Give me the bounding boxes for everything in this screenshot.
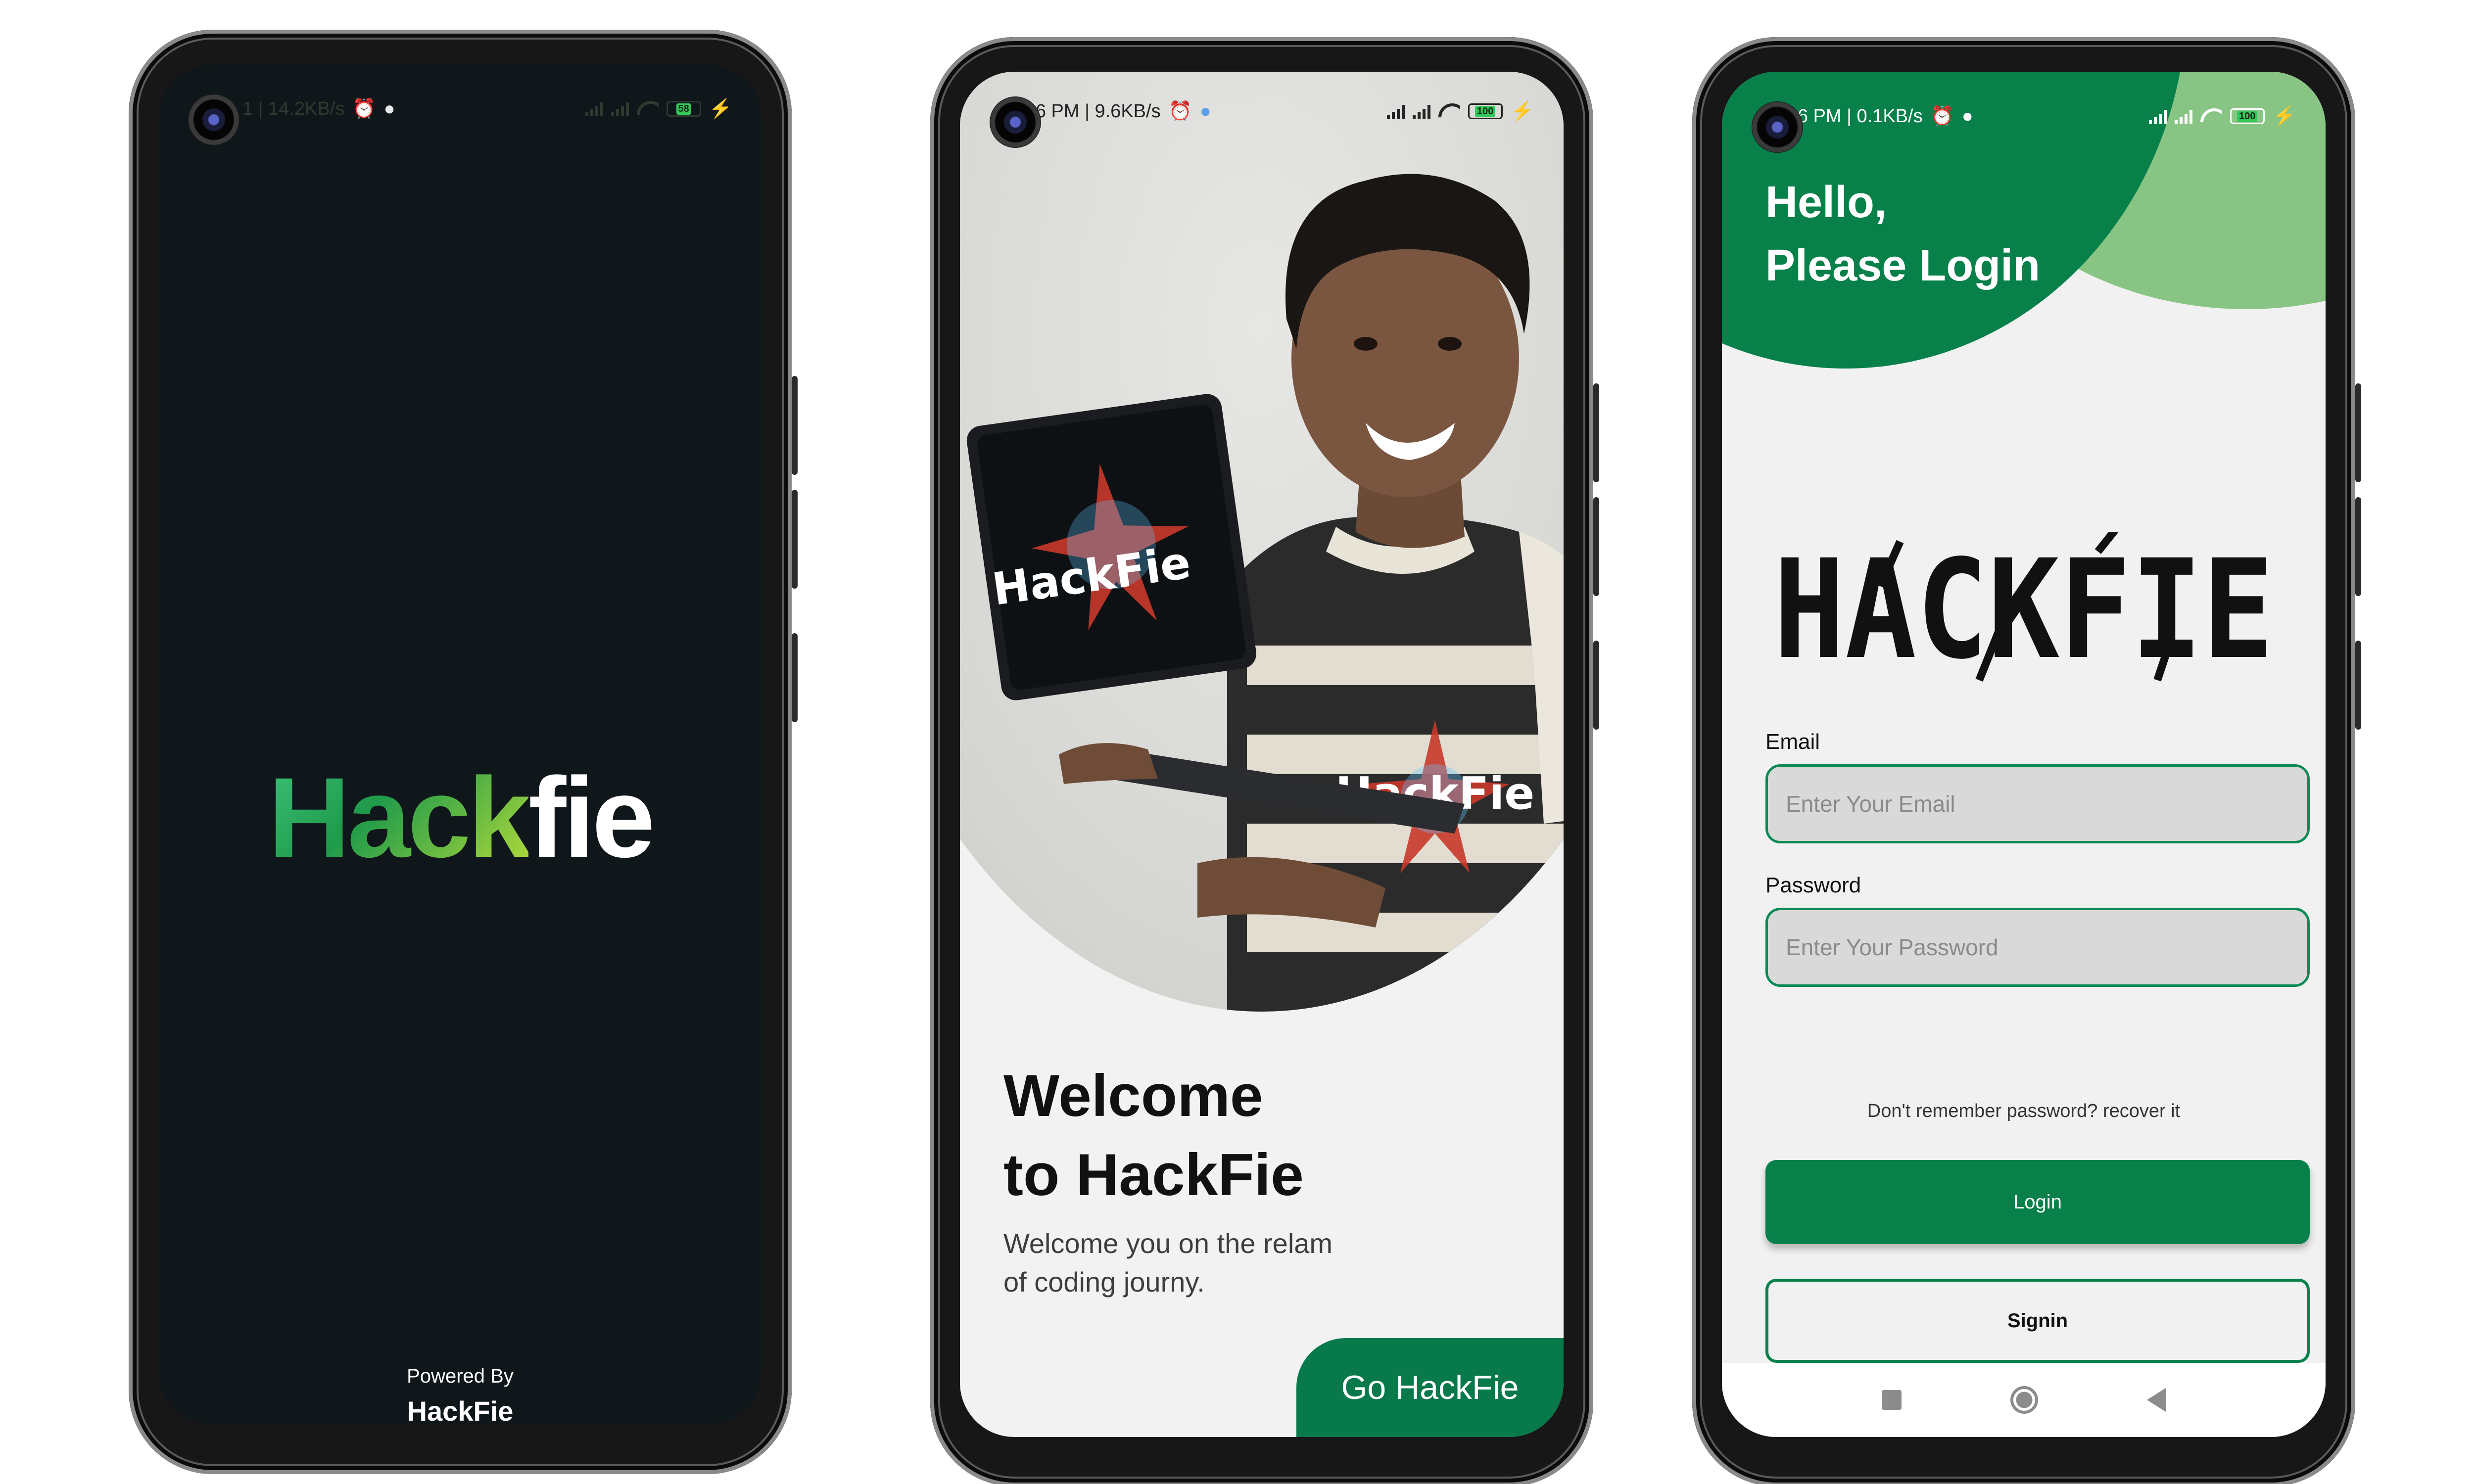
settings-dot-icon: ● [383, 98, 395, 119]
hackfie-logo: Hackfie [158, 752, 762, 883]
volume-button [792, 490, 798, 589]
email-label: Email [1765, 730, 1820, 754]
power-button [792, 633, 798, 722]
welcome-subtitle-line1: Welcome you on the relam [1003, 1228, 1333, 1259]
system-nav-bar [1722, 1363, 2326, 1437]
recover-password-link[interactable]: Don't remember password? recover it [1722, 1101, 2326, 1122]
status-bar: 1 | 14.2KB/s ⏰ ● 58 ⚡ [158, 89, 762, 129]
welcome-title-line1: Welcome [1003, 1063, 1263, 1129]
battery-icon: 100 [1468, 103, 1503, 119]
login-button[interactable]: Login [1765, 1160, 2310, 1244]
volume-button [2355, 497, 2361, 596]
wifi-icon [1438, 103, 1460, 119]
volume-button [1593, 497, 1599, 596]
alarm-icon: ⏰ [1930, 106, 1954, 127]
powered-by-label: Powered By [407, 1365, 514, 1387]
email-input[interactable] [1765, 764, 2310, 843]
volume-button [1593, 383, 1599, 482]
settings-dot-icon: ● [1199, 100, 1211, 122]
login-greeting: Hello, Please Login [1765, 171, 2040, 297]
signal-icon [1412, 104, 1430, 119]
hero-image: HackFie HackFie [960, 72, 1564, 1012]
welcome-screen: HackFie HackFie 6:26 PM | 9.6KB/s ⏰ ● 10… [960, 72, 1564, 1437]
logo-green-part: Hack [268, 754, 531, 881]
charging-icon: ⚡ [1510, 101, 1534, 122]
splash-screen: 1 | 14.2KB/s ⏰ ● 58 ⚡ Hackfie Powered By… [158, 64, 762, 1425]
login-screen: 6:26 PM | 0.1KB/s ⏰ ● 100 ⚡ Hello, Pleas… [1722, 72, 2326, 1437]
camera-icon [990, 96, 1041, 148]
greeting-line2: Please Login [1765, 241, 2041, 290]
alarm-icon: ⏰ [1168, 101, 1192, 122]
alarm-icon: ⏰ [352, 98, 376, 119]
hero-illustration: HackFie HackFie [966, 174, 1564, 1012]
camera-icon [188, 94, 239, 145]
settings-dot-icon: ● [1961, 105, 1973, 127]
wifi-icon [2200, 108, 2222, 124]
welcome-title: Welcome to HackFie [1003, 1056, 1304, 1214]
status-bar: 6:26 PM | 0.1KB/s ⏰ ● 100 ⚡ [1722, 96, 2326, 136]
volume-button [2355, 383, 2361, 482]
charging-icon: ⚡ [2272, 106, 2296, 127]
power-button [1593, 641, 1599, 730]
hackfie-brand-mark: HACKFIE [1773, 532, 2274, 689]
phone-welcome: HackFie HackFie 6:26 PM | 9.6KB/s ⏰ ● 10… [930, 37, 1599, 1484]
battery-icon: 100 [2230, 108, 2265, 124]
battery-icon: 58 [666, 101, 701, 117]
signal-icon [2174, 109, 2192, 124]
charging-icon: ⚡ [709, 98, 732, 119]
welcome-subtitle: Welcome you on the relam of coding journ… [1003, 1224, 1332, 1301]
signal-icon [1386, 104, 1405, 119]
powered-by-brand: HackFie [407, 1395, 514, 1425]
status-bar: 6:26 PM | 9.6KB/s ⏰ ● 100 ⚡ [960, 92, 1564, 131]
nav-home-icon[interactable] [2010, 1386, 2038, 1414]
volume-button [792, 376, 798, 475]
camera-icon [1752, 101, 1803, 153]
nav-recents-icon[interactable] [1882, 1390, 1902, 1410]
signal-icon [611, 101, 629, 116]
phone-login: 6:26 PM | 0.1KB/s ⏰ ● 100 ⚡ Hello, Pleas… [1692, 37, 2361, 1484]
phone-splash: 1 | 14.2KB/s ⏰ ● 58 ⚡ Hackfie Powered By… [129, 30, 798, 1474]
logo-white-part: fie [528, 754, 655, 881]
brand-mark-text: HACKFIE [1773, 532, 2274, 689]
signal-icon [585, 101, 603, 116]
go-hackfie-button[interactable]: Go HackFie [1296, 1338, 1564, 1437]
wifi-icon [637, 101, 659, 117]
password-label: Password [1765, 873, 1861, 897]
welcome-subtitle-line2: of coding journy. [1003, 1266, 1205, 1298]
power-button [2355, 641, 2361, 730]
password-input[interactable] [1765, 908, 2310, 987]
welcome-title-line2: to HackFie [1003, 1142, 1304, 1208]
nav-back-icon[interactable] [2147, 1388, 2166, 1412]
signal-icon [2148, 109, 2167, 124]
signin-button[interactable]: Signin [1765, 1279, 2310, 1363]
greeting-line1: Hello, [1765, 178, 1887, 227]
